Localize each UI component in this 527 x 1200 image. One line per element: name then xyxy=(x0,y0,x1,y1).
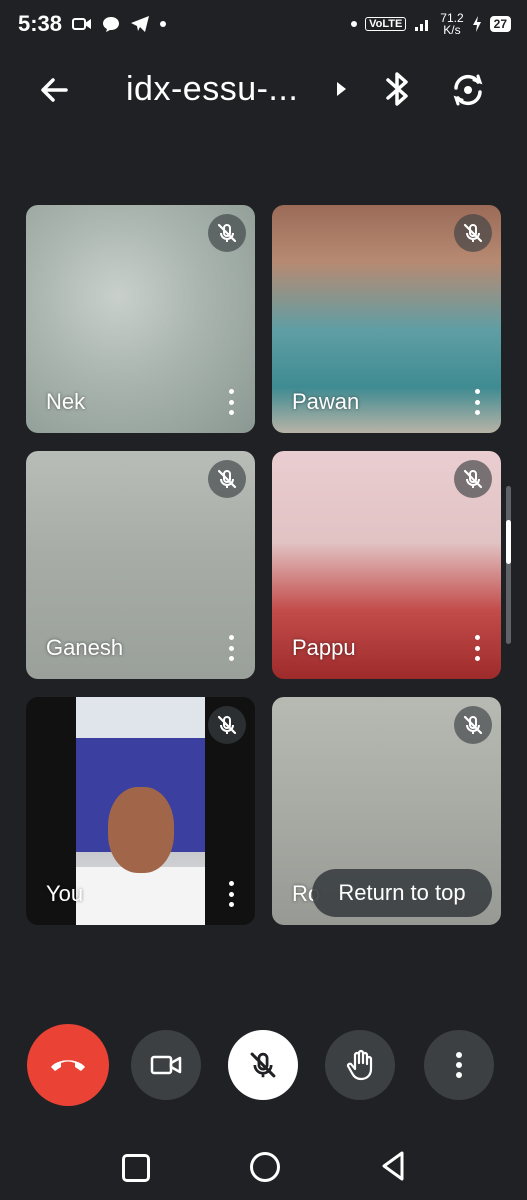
videocam-icon xyxy=(150,1055,182,1075)
video-notification-icon xyxy=(72,18,92,30)
participant-tile-ganesh[interactable]: Ganesh xyxy=(26,451,255,679)
participant-tile-you[interactable]: You xyxy=(26,697,255,925)
participant-name: Pawan xyxy=(292,389,360,414)
more-vert-icon[interactable] xyxy=(227,635,235,661)
participant-tile-nek[interactable]: Nek xyxy=(26,205,255,433)
volte-badge: VoLTE xyxy=(365,17,407,31)
mic-off-icon xyxy=(208,214,246,252)
charging-icon xyxy=(472,16,481,32)
status-left: 5:38 xyxy=(18,11,167,37)
scrollbar-track[interactable] xyxy=(506,486,511,644)
scrollbar-thumb[interactable] xyxy=(506,520,511,564)
battery-level: 27 xyxy=(489,16,511,32)
call-header: idx-essu-... xyxy=(0,58,527,122)
back-arrow-icon[interactable] xyxy=(36,72,72,108)
end-call-button[interactable] xyxy=(27,1024,109,1106)
mic-off-icon xyxy=(454,214,492,252)
chevron-right-icon[interactable] xyxy=(334,80,348,98)
network-speed: 71.2 K/s xyxy=(440,12,463,36)
more-vert-icon[interactable] xyxy=(227,389,235,415)
participant-tile-pappu[interactable]: Pappu xyxy=(272,451,501,679)
more-vert-icon[interactable] xyxy=(227,881,235,907)
raise-hand-button[interactable] xyxy=(325,1030,395,1100)
mic-toggle-button[interactable] xyxy=(228,1030,298,1100)
self-video-face xyxy=(108,787,174,873)
participant-name: Ganesh xyxy=(46,635,124,660)
camera-toggle-button[interactable] xyxy=(131,1030,201,1100)
speed-unit: K/s xyxy=(443,23,461,37)
system-nav-bar xyxy=(0,1130,527,1200)
recents-icon[interactable] xyxy=(122,1154,150,1182)
signal-icon xyxy=(415,20,429,31)
participant-tile-pawan[interactable]: Pawan xyxy=(272,205,501,433)
more-options-button[interactable] xyxy=(424,1030,494,1100)
return-to-top-button[interactable]: Return to top xyxy=(312,869,492,917)
mic-off-icon xyxy=(454,460,492,498)
participant-name: Nek xyxy=(46,389,86,414)
back-triangle-icon[interactable] xyxy=(380,1150,406,1182)
more-vert-icon xyxy=(456,1052,462,1078)
notification-dot-icon xyxy=(160,21,167,27)
participant-name: You xyxy=(46,881,84,906)
home-icon[interactable] xyxy=(250,1152,280,1182)
telegram-notification-icon xyxy=(131,16,150,32)
status-bar: 5:38 VoLTE 71.2 K/s 27 xyxy=(0,0,527,48)
status-right: VoLTE 71.2 K/s 27 xyxy=(351,12,511,36)
mic-off-icon xyxy=(208,706,246,744)
phone-hangup-icon xyxy=(51,1060,85,1071)
status-dot-icon xyxy=(351,21,358,27)
switch-camera-icon[interactable] xyxy=(448,70,488,110)
mic-off-icon xyxy=(250,1052,276,1078)
more-vert-icon[interactable] xyxy=(473,635,481,661)
hand-icon xyxy=(346,1049,373,1081)
chat-notification-icon xyxy=(103,17,120,32)
status-time: 5:38 xyxy=(18,11,63,36)
mic-off-icon xyxy=(208,460,246,498)
more-vert-icon[interactable] xyxy=(473,389,481,415)
meeting-title[interactable]: idx-essu-... xyxy=(126,70,298,109)
mic-off-icon xyxy=(454,706,492,744)
self-video-shirt xyxy=(76,867,205,925)
bluetooth-icon[interactable] xyxy=(382,68,414,110)
participant-name: Pappu xyxy=(292,635,356,660)
